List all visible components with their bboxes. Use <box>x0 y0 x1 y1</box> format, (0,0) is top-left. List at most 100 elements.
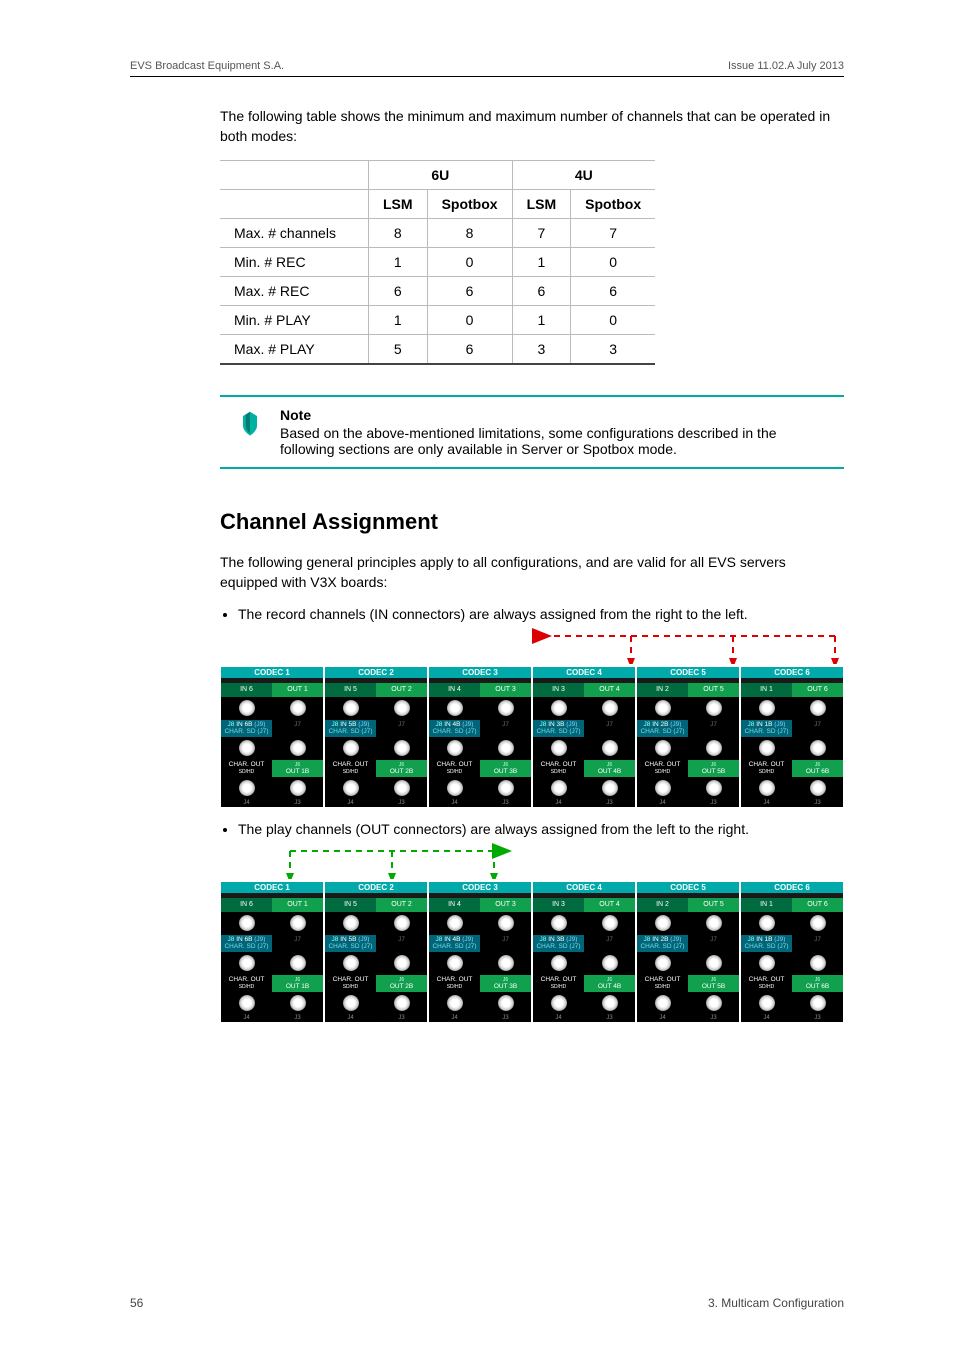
charout-label: CHAR. OUTSD/HD <box>533 975 584 992</box>
table-row: Min. # PLAY1010 <box>220 306 655 335</box>
in-label: IN 5 <box>325 898 376 912</box>
bnc-connector <box>602 995 618 1011</box>
codec-title: CODEC 6 <box>741 667 843 678</box>
bnc-connector <box>498 700 514 716</box>
j3-label: J3 <box>376 800 427 808</box>
bnc-connector <box>498 780 514 796</box>
charout-label: CHAR. OUTSD/HD <box>741 975 792 992</box>
j4-label: J4 <box>221 800 272 808</box>
outb-label: J6OUT 3B <box>480 975 531 992</box>
th-4u-lsm: LSM <box>512 190 571 219</box>
bnc-connector <box>290 700 306 716</box>
bnc-connector <box>810 740 826 756</box>
bnc-connector <box>498 955 514 971</box>
codec-module: CODEC 2 IN 5 OUT 2 J8 IN 5B (J9)CHAR. SD… <box>325 882 427 1022</box>
table-row: Max. # channels8877 <box>220 219 655 248</box>
page-footer: 56 3. Multicam Configuration <box>130 1296 844 1310</box>
bnc-connector <box>239 995 255 1011</box>
inb-label: J8 IN 4B (J9)CHAR. SD (J7) <box>429 935 480 952</box>
arrow-ltr <box>220 843 844 879</box>
inb-label: J8 IN 1B (J9)CHAR. SD (J7) <box>741 720 792 737</box>
codec-title: CODEC 3 <box>429 882 531 893</box>
bnc-connector <box>239 700 255 716</box>
codec-module: CODEC 5 IN 2 OUT 5 J8 IN 2B (J9)CHAR. SD… <box>637 667 739 807</box>
j3-label: J3 <box>792 1015 843 1023</box>
bnc-connector <box>706 995 722 1011</box>
codec-module: CODEC 4 IN 3 OUT 4 J8 IN 3B (J9)CHAR. SD… <box>533 667 635 807</box>
row-value: 5 <box>369 335 428 365</box>
out-label: OUT 6 <box>792 898 843 912</box>
bnc-connector <box>602 740 618 756</box>
arrow-rtl <box>220 628 844 664</box>
j7-label: J7 <box>584 720 635 737</box>
codec-module: CODEC 3 IN 4 OUT 3 J8 IN 4B (J9)CHAR. SD… <box>429 667 531 807</box>
header-right: Issue 11.02.A July 2013 <box>728 60 844 72</box>
out-label: OUT 4 <box>584 683 635 697</box>
bnc-connector <box>759 995 775 1011</box>
outb-label: J6OUT 5B <box>688 760 739 777</box>
j7-label: J7 <box>480 935 531 952</box>
row-value: 1 <box>369 306 428 335</box>
row-value: 6 <box>427 335 512 365</box>
table-row: Min. # REC1010 <box>220 248 655 277</box>
bnc-connector <box>810 915 826 931</box>
charout-label: CHAR. OUTSD/HD <box>533 760 584 777</box>
charout-label: CHAR. OUTSD/HD <box>637 975 688 992</box>
codec-module: CODEC 6 IN 1 OUT 6 J8 IN 1B (J9)CHAR. SD… <box>741 882 843 1022</box>
outb-label: J6OUT 4B <box>584 760 635 777</box>
bnc-connector <box>655 995 671 1011</box>
bnc-connector <box>602 780 618 796</box>
j3-label: J3 <box>688 800 739 808</box>
row-label: Max. # channels <box>220 219 369 248</box>
row-value: 6 <box>427 277 512 306</box>
codec-title: CODEC 2 <box>325 667 427 678</box>
j3-label: J3 <box>584 800 635 808</box>
j7-label: J7 <box>584 935 635 952</box>
inb-label: J8 IN 2B (J9)CHAR. SD (J7) <box>637 935 688 952</box>
row-value: 0 <box>427 248 512 277</box>
footer-section: 3. Multicam Configuration <box>708 1296 844 1310</box>
row-value: 1 <box>512 306 571 335</box>
inb-label: J8 IN 6B (J9)CHAR. SD (J7) <box>221 935 272 952</box>
in-label: IN 4 <box>429 898 480 912</box>
out-label: OUT 3 <box>480 898 531 912</box>
charout-label: CHAR. OUTSD/HD <box>637 760 688 777</box>
bnc-connector <box>551 995 567 1011</box>
out-label: OUT 3 <box>480 683 531 697</box>
j4-label: J4 <box>533 1015 584 1023</box>
bnc-connector <box>239 780 255 796</box>
bnc-connector <box>394 700 410 716</box>
j4-label: J4 <box>325 1015 376 1023</box>
j4-label: J4 <box>637 1015 688 1023</box>
row-value: 3 <box>571 335 656 365</box>
bnc-connector <box>498 915 514 931</box>
row-label: Max. # REC <box>220 277 369 306</box>
j7-label: J7 <box>272 720 323 737</box>
diagram-rec: CODEC 1 IN 6 OUT 1 J8 IN 6B (J9)CHAR. SD… <box>220 628 844 807</box>
row-label: Min. # PLAY <box>220 306 369 335</box>
bnc-connector <box>551 740 567 756</box>
outb-label: J6OUT 6B <box>792 975 843 992</box>
bnc-connector <box>706 740 722 756</box>
in-label: IN 1 <box>741 898 792 912</box>
charout-label: CHAR. OUTSD/HD <box>325 760 376 777</box>
charout-label: CHAR. OUTSD/HD <box>429 760 480 777</box>
in-label: IN 2 <box>637 683 688 697</box>
codec-title: CODEC 4 <box>533 667 635 678</box>
bnc-connector <box>447 955 463 971</box>
codec-title: CODEC 3 <box>429 667 531 678</box>
bnc-connector <box>239 915 255 931</box>
codec-title: CODEC 2 <box>325 882 427 893</box>
out-label: OUT 2 <box>376 683 427 697</box>
bnc-connector <box>551 955 567 971</box>
row-label: Max. # PLAY <box>220 335 369 365</box>
out-label: OUT 5 <box>688 683 739 697</box>
page-header: EVS Broadcast Equipment S.A. Issue 11.02… <box>130 60 844 77</box>
channel-limits-table: 6U 4U LSM Spotbox LSM Spotbox Max. # cha… <box>220 160 655 365</box>
section-title: Channel Assignment <box>220 509 844 535</box>
bnc-connector <box>810 780 826 796</box>
bnc-connector <box>343 780 359 796</box>
bnc-connector <box>810 955 826 971</box>
bullet-rec: The record channels (IN connectors) are … <box>238 606 844 622</box>
bnc-connector <box>759 700 775 716</box>
